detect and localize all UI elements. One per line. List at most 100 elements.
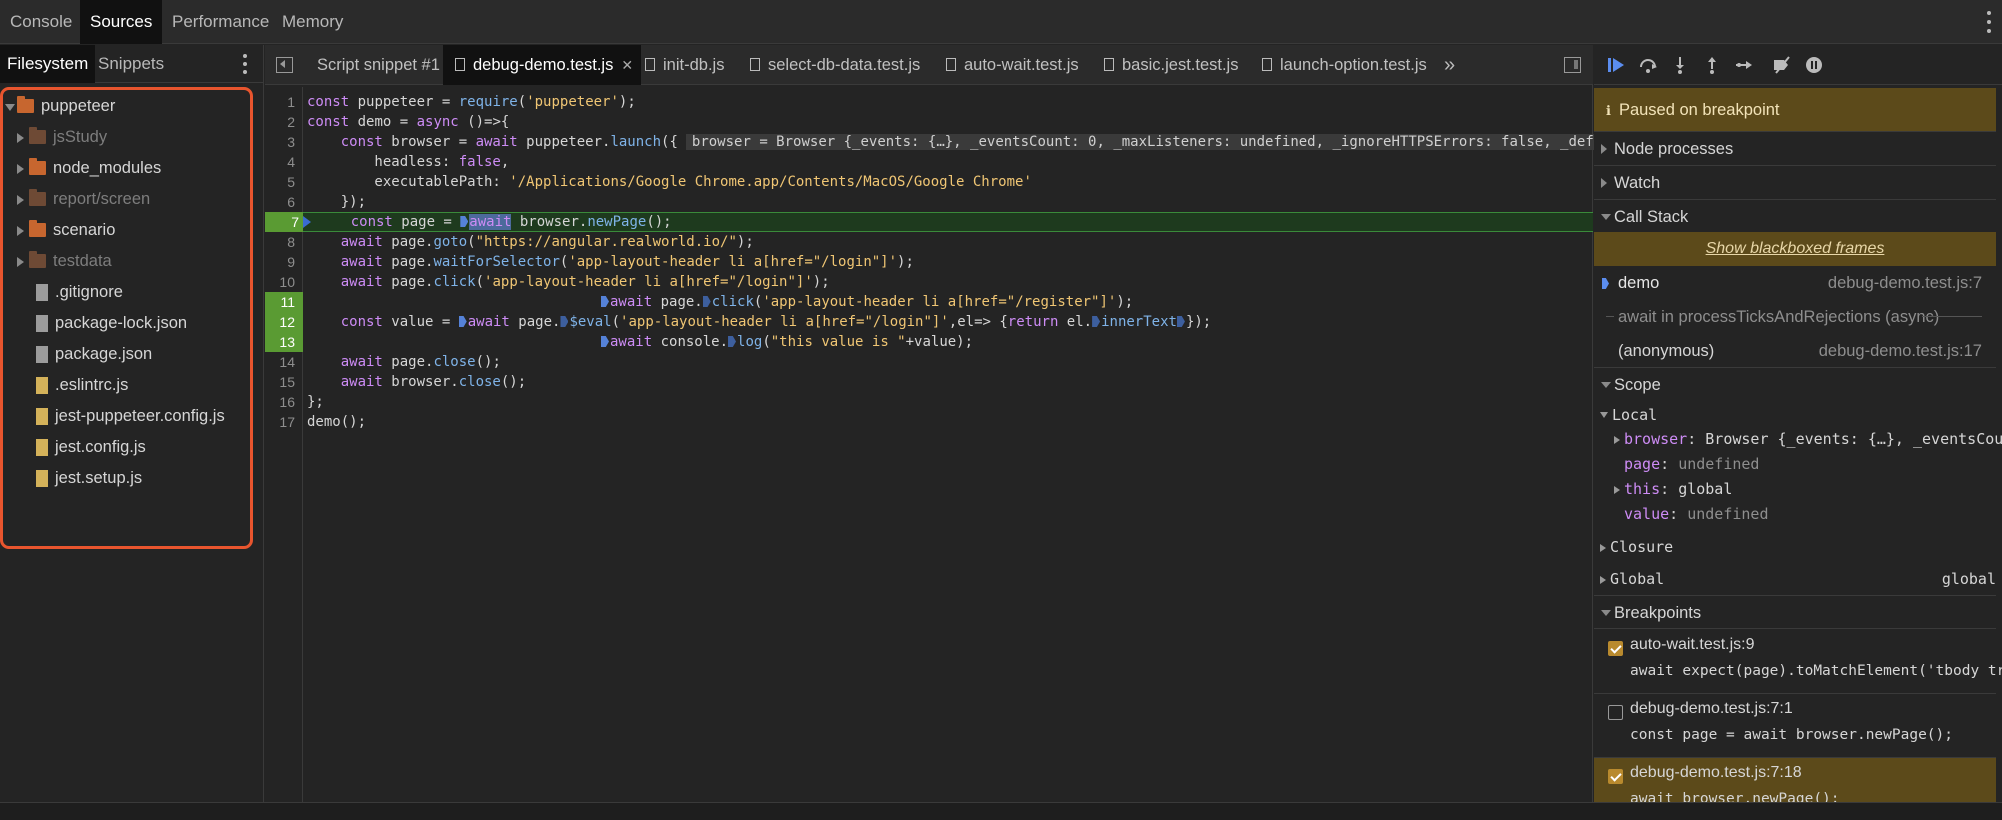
section-node-processes[interactable]: Node processes — [1594, 132, 1996, 166]
line-number[interactable]: 15 — [265, 372, 299, 392]
step-icon[interactable] — [1734, 55, 1754, 75]
tab-memory[interactable]: Memory — [272, 0, 353, 44]
folder-scenario[interactable]: scenario — [3, 215, 249, 246]
tab-snippets[interactable]: Snippets — [91, 45, 171, 83]
inline-breakpoint-marker[interactable] — [1092, 316, 1101, 327]
line-number[interactable]: 7 — [265, 212, 311, 232]
file-gitignore[interactable]: .gitignore — [3, 277, 249, 308]
file-package-json[interactable]: package.json — [3, 339, 249, 370]
tab-performance[interactable]: Performance — [162, 0, 279, 44]
editor-tab-script-snippet[interactable]: Script snippet #1 — [307, 45, 450, 85]
navigator-menu-icon[interactable] — [242, 54, 248, 74]
file-jest-puppeteer-config-js[interactable]: jest-puppeteer.config.js — [3, 401, 249, 432]
section-call-stack[interactable]: Call Stack — [1594, 200, 1996, 234]
editor-tab-debug-demo[interactable]: debug-demo.test.js ✕ — [443, 45, 642, 85]
line-number[interactable]: 5 — [265, 172, 299, 192]
breakpoint-code: await expect(page).toMatchElement('tbody… — [1630, 663, 2002, 679]
line-number[interactable]: 13 — [265, 332, 303, 352]
close-icon[interactable]: ✕ — [621, 57, 633, 73]
paused-label: Paused on breakpoint — [1618, 101, 1780, 119]
deactivate-breakpoints-icon[interactable] — [1772, 55, 1792, 75]
line-number[interactable]: 12 — [265, 312, 303, 332]
editor-tab-select-db-data[interactable]: select-db-data.test.js — [740, 45, 930, 85]
editor-tab-label: Script snippet #1 — [317, 56, 440, 74]
editor-tab-basic-jest[interactable]: basic.jest.test.js — [1094, 45, 1248, 85]
breakpoint-item[interactable]: debug-demo.test.js:7:1 const page = awai… — [1594, 694, 1996, 758]
chevron-right-icon[interactable] — [17, 164, 24, 174]
call-frame[interactable]: (anonymous) debug-demo.test.js:17 — [1594, 334, 1996, 368]
chevron-right-icon[interactable] — [17, 257, 24, 267]
inline-breakpoint-marker[interactable] — [601, 296, 609, 307]
tab-sources[interactable]: Sources — [80, 0, 163, 44]
section-breakpoints[interactable]: Breakpoints — [1594, 595, 1996, 629]
line-number[interactable]: 8 — [265, 232, 299, 252]
folder-jsstudy[interactable]: jsStudy — [3, 122, 249, 153]
inline-breakpoint-marker[interactable] — [728, 336, 737, 347]
toggle-debugger-icon[interactable] — [1564, 57, 1581, 73]
breakpoint-checkbox[interactable] — [1608, 769, 1623, 784]
file-jest-setup-js[interactable]: jest.setup.js — [3, 463, 249, 494]
inline-breakpoint-marker[interactable] — [460, 216, 469, 227]
breakpoint-code: const page = await browser.newPage(); — [1630, 727, 1954, 743]
inline-breakpoint-marker[interactable] — [458, 316, 467, 327]
tab-filesystem[interactable]: Filesystem — [0, 45, 96, 83]
line-number[interactable]: 3 — [265, 132, 299, 152]
line-number[interactable]: 1 — [265, 92, 299, 112]
chevron-down-icon[interactable] — [5, 104, 15, 111]
file-jest-config-js[interactable]: jest.config.js — [3, 432, 249, 463]
line-number[interactable]: 14 — [265, 352, 299, 372]
call-frame[interactable]: demo debug-demo.test.js:7 — [1594, 266, 1996, 300]
breakpoint-checkbox[interactable] — [1608, 705, 1623, 720]
toggle-navigator-icon[interactable] — [276, 57, 293, 73]
more-tabs-icon[interactable]: » — [1444, 45, 1455, 85]
line-number[interactable]: 2 — [265, 112, 299, 132]
folder-testdata[interactable]: testdata — [3, 246, 249, 277]
line-number[interactable]: 9 — [265, 252, 299, 272]
inline-breakpoint-marker[interactable] — [1176, 316, 1185, 327]
step-over-icon[interactable] — [1638, 55, 1658, 75]
folder-puppeteer[interactable]: puppeteer — [3, 91, 249, 122]
line-number[interactable]: 4 — [265, 152, 299, 172]
chevron-right-icon[interactable] — [17, 195, 24, 205]
line-number[interactable]: 6 — [265, 192, 299, 212]
pause-on-exceptions-icon[interactable] — [1804, 55, 1824, 75]
step-out-icon[interactable] — [1702, 55, 1722, 75]
breakpoint-checkbox[interactable] — [1608, 641, 1623, 656]
scope-local[interactable]: Local — [1600, 403, 1657, 427]
inline-variable-value: browser = Browser {_events: {…}, _events… — [685, 134, 1701, 150]
line-number[interactable]: 11 — [265, 292, 303, 312]
line-number[interactable]: 10 — [265, 272, 299, 292]
var-value: Browser {_events: {…}, _eventsCount:… — [1705, 430, 2002, 448]
chevron-right-icon[interactable] — [17, 133, 24, 143]
folder-node-modules[interactable]: node_modules — [3, 153, 249, 184]
inline-breakpoint-marker[interactable] — [702, 296, 711, 307]
file-package-lock-json[interactable]: package-lock.json — [3, 308, 249, 339]
inline-breakpoint-marker[interactable] — [560, 316, 569, 327]
section-scope[interactable]: Scope — [1594, 367, 1996, 401]
editor-tab-init-db[interactable]: init-db.js — [635, 45, 734, 85]
more-options-icon[interactable] — [1986, 11, 1992, 33]
folder-report-screen[interactable]: report/screen — [3, 184, 249, 215]
line-number-gutter[interactable]: 1 2 3 4 5 6 7 8 9 10 11 12 13 14 15 16 17 — [265, 87, 311, 802]
code-line: await page.waitForSelector('app-layout-h… — [307, 254, 914, 270]
js-file-icon — [36, 408, 48, 425]
scope-var-this[interactable]: this: global — [1614, 477, 1732, 501]
scope-closure[interactable]: Closure — [1600, 535, 1673, 559]
line-number[interactable]: 17 — [265, 412, 299, 432]
scope-global[interactable]: Global global — [1600, 567, 1996, 591]
scope-var-browser[interactable]: browser: Browser {_events: {…}, _eventsC… — [1614, 427, 2002, 451]
line-number[interactable]: 16 — [265, 392, 299, 412]
section-watch[interactable]: Watch — [1594, 166, 1996, 200]
show-blackboxed-frames-link[interactable]: Show blackboxed frames — [1594, 232, 1996, 266]
chevron-right-icon[interactable] — [17, 226, 24, 236]
editor-tab-auto-wait[interactable]: auto-wait.test.js — [936, 45, 1089, 85]
step-into-icon[interactable] — [1670, 55, 1690, 75]
breakpoint-item-active[interactable]: debug-demo.test.js:7:18 await browser.ne… — [1594, 758, 1996, 802]
editor-tab-launch-option[interactable]: launch-option.test.js — [1252, 45, 1437, 85]
resume-icon[interactable] — [1606, 55, 1626, 75]
chevron-down-icon — [1600, 412, 1608, 418]
file-eslintrc-js[interactable]: .eslintrc.js — [3, 370, 249, 401]
tab-console[interactable]: Console — [0, 0, 82, 44]
breakpoint-item[interactable]: auto-wait.test.js:9 await expect(page).t… — [1594, 630, 2002, 694]
inline-breakpoint-marker[interactable] — [601, 336, 609, 347]
